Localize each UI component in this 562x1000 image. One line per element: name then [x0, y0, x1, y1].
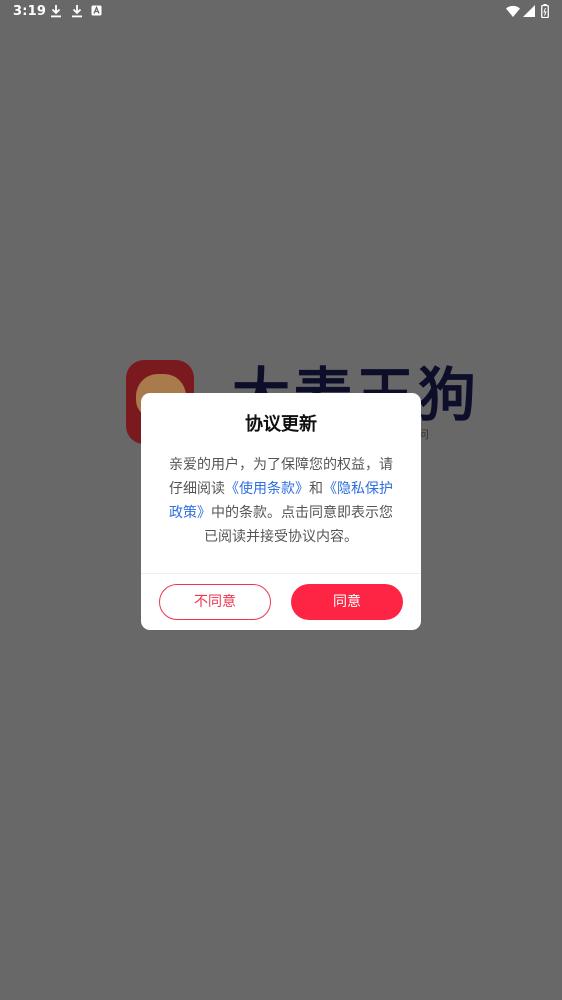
disagree-button[interactable]: 不同意 — [159, 584, 271, 620]
status-bar: 3:19 — [0, 0, 562, 24]
body-suffix: 中的条款。点击同意即表示您已阅读并接受协议内容。 — [204, 505, 393, 545]
body-and: 和 — [309, 481, 323, 497]
battery-icon — [541, 4, 549, 22]
status-time: 3:19 — [13, 4, 47, 19]
signal-icon — [523, 5, 535, 21]
dialog-divider — [141, 573, 421, 574]
a-icon — [91, 5, 102, 20]
wifi-icon — [506, 5, 520, 21]
agreement-dialog: 协议更新 亲爱的用户，为了保障您的权益，请仔细阅读《使用条款》和《隐私保护政策》… — [141, 393, 421, 630]
terms-link[interactable]: 《使用条款》 — [225, 481, 309, 497]
download-icon — [71, 4, 83, 22]
download-icon — [50, 4, 62, 22]
dialog-body: 亲爱的用户，为了保障您的权益，请仔细阅读《使用条款》和《隐私保护政策》中的条款。… — [165, 453, 397, 549]
agree-button[interactable]: 同意 — [291, 584, 403, 620]
dialog-title: 协议更新 — [245, 414, 317, 435]
